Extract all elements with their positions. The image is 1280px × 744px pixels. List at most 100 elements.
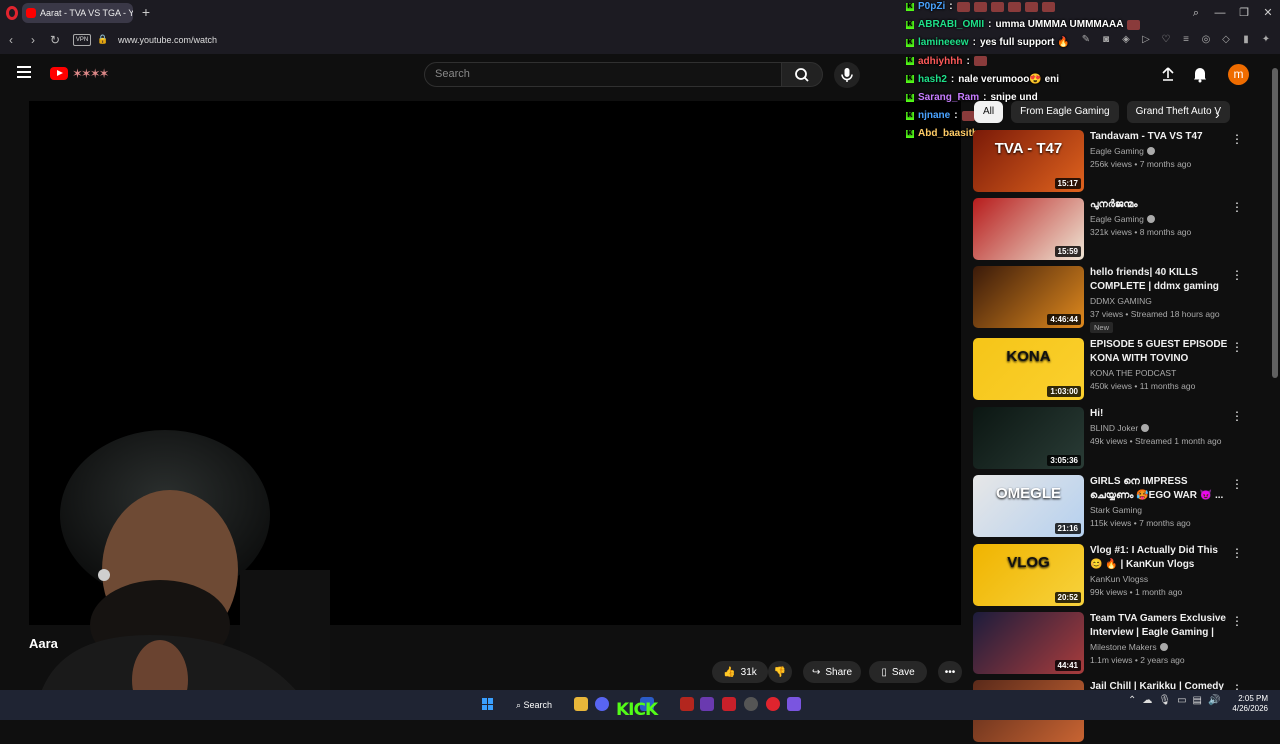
video-thumbnail[interactable]: 3:05:36: [973, 407, 1084, 469]
reload-icon[interactable]: ↻: [44, 29, 66, 51]
volume-icon[interactable]: 🔊: [1208, 695, 1220, 706]
chat-username[interactable]: Sarang_Ram: [918, 92, 979, 103]
channel-name[interactable]: Eagle Gaming: [1090, 214, 1155, 224]
file-explorer-icon[interactable]: [574, 697, 588, 711]
recommended-video[interactable]: OMEGLE 21:16 GIRLS നെ IMPRESS ചെയ്യണം 🥵EGO…: [973, 475, 1253, 539]
calculator-icon[interactable]: [787, 697, 801, 711]
more-vertical-icon[interactable]: ⋮: [1231, 268, 1243, 282]
youtube-logo-icon[interactable]: [50, 67, 68, 80]
obs-icon[interactable]: [744, 697, 758, 711]
video-title[interactable]: Team TVA Gamers Exclusive Interview | Ea…: [1090, 612, 1228, 639]
monitor-icon[interactable]: ▭: [1177, 695, 1186, 706]
editor-icon[interactable]: [700, 697, 714, 711]
close-window-icon[interactable]: ✕: [1256, 0, 1280, 26]
microphone-tray-icon[interactable]: 🎙: [1158, 695, 1171, 706]
video-title[interactable]: hello friends| 40 KILLS COMPLETE | ddmx …: [1090, 266, 1228, 293]
video-thumbnail[interactable]: KONA 1:03:00: [973, 338, 1084, 400]
windows-start-icon[interactable]: [482, 698, 494, 710]
profile-icon[interactable]: ◎: [1198, 33, 1214, 47]
chat-username[interactable]: lamineeew: [918, 37, 969, 48]
minimize-icon[interactable]: —: [1208, 0, 1232, 26]
search-button[interactable]: [781, 62, 823, 87]
video-thumbnail[interactable]: 44:41: [973, 612, 1084, 674]
recommended-video[interactable]: VLOG 20:52 Vlog #1: I Actually Did This😊 🔥…: [973, 544, 1253, 608]
sidebar-icon[interactable]: ▮: [1238, 33, 1254, 47]
video-thumbnail[interactable]: 4:46:44: [973, 266, 1084, 328]
chevron-up-icon[interactable]: ⌃: [1128, 695, 1136, 706]
recommended-video[interactable]: KONA 1:03:00 EPISODE 5 GUEST EPISODE KONA …: [973, 338, 1253, 402]
chat-username[interactable]: adhiyhhh: [918, 56, 962, 67]
taskbar-clock[interactable]: 2:05 PM 4/26/2026: [1228, 694, 1268, 714]
lock-icon[interactable]: 🔒: [97, 34, 108, 45]
channel-name[interactable]: Milestone Makers: [1090, 642, 1168, 652]
chat-username[interactable]: njnane: [918, 110, 950, 121]
discord-icon[interactable]: [595, 697, 609, 711]
url-field[interactable]: www.youtube.com/watch: [118, 35, 217, 45]
browser-tab[interactable]: Aarat - TVA VS TGA - You: [22, 3, 133, 23]
ai-icon[interactable]: ✦: [1258, 33, 1274, 47]
video-title[interactable]: പുനർജന്മം: [1090, 198, 1228, 212]
chat-username[interactable]: hash2: [918, 74, 947, 85]
page-scrollbar[interactable]: [1270, 54, 1280, 690]
opera-logo-icon[interactable]: [6, 6, 18, 20]
notifications-bell-icon[interactable]: [1192, 66, 1208, 83]
recommended-video[interactable]: 44:41 Team TVA Gamers Exclusive Interview…: [973, 612, 1253, 676]
channel-name[interactable]: Stark Gaming: [1090, 505, 1142, 515]
edit-icon[interactable]: ✎: [1078, 33, 1094, 47]
more-vertical-icon[interactable]: ⋮: [1231, 614, 1243, 628]
channel-name[interactable]: Eagle Gaming: [1090, 146, 1155, 156]
more-actions-button[interactable]: •••: [938, 661, 962, 683]
chip-filter[interactable]: All: [974, 101, 1004, 123]
network-icon[interactable]: ▤: [1193, 695, 1202, 706]
taskbar-search-button[interactable]: ⌕ Search: [510, 695, 558, 715]
acrobat-icon[interactable]: [722, 697, 736, 711]
video-title[interactable]: EPISODE 5 GUEST EPISODE KONA WITH TOVINO…: [1090, 338, 1228, 365]
chips-next-chevron-icon[interactable]: ›: [1215, 106, 1220, 122]
voice-search-button[interactable]: [834, 62, 860, 88]
mail-icon[interactable]: [680, 697, 694, 711]
search-tabs-icon[interactable]: ⌕: [1184, 0, 1208, 26]
hamburger-menu-icon[interactable]: [17, 66, 31, 78]
video-thumbnail[interactable]: OMEGLE 21:16: [973, 475, 1084, 537]
list-icon[interactable]: ≡: [1178, 33, 1194, 47]
more-vertical-icon[interactable]: ⋮: [1231, 132, 1243, 146]
search-input[interactable]: Search: [424, 62, 782, 87]
recommended-video[interactable]: 4:46:44 hello friends| 40 KILLS COMPLETE …: [973, 266, 1253, 333]
video-thumbnail[interactable]: VLOG 20:52: [973, 544, 1084, 606]
more-vertical-icon[interactable]: ⋮: [1231, 340, 1243, 354]
chip-filter[interactable]: From Eagle Gaming: [1011, 101, 1119, 123]
save-button[interactable]: ▯ Save: [869, 661, 927, 683]
more-vertical-icon[interactable]: ⋮: [1231, 546, 1243, 560]
puzzle-icon[interactable]: ◇: [1218, 33, 1234, 47]
chat-username[interactable]: ABRABI_OMII: [918, 19, 984, 30]
video-thumbnail[interactable]: 15:59: [973, 198, 1084, 260]
more-vertical-icon[interactable]: ⋮: [1231, 477, 1243, 491]
opera-taskbar-icon[interactable]: [766, 697, 780, 711]
youtube-doodle-icon[interactable]: ✶✶✶✶: [72, 66, 110, 82]
new-tab-plus-icon[interactable]: +: [139, 5, 153, 19]
heart-icon[interactable]: ♡: [1158, 33, 1174, 47]
channel-name[interactable]: KanKun Vlogss: [1090, 574, 1148, 584]
channel-name[interactable]: BLIND Joker: [1090, 423, 1150, 433]
chat-username[interactable]: P0pZi: [918, 1, 945, 12]
scrollbar-thumb[interactable]: [1272, 68, 1278, 378]
recommended-video[interactable]: 15:59 പുനർജന്മം Eagle Gaming 321k views • 8…: [973, 198, 1253, 262]
shield-icon[interactable]: ◈: [1118, 33, 1134, 47]
cloud-icon[interactable]: ☁: [1142, 695, 1152, 706]
more-vertical-icon[interactable]: ⋮: [1231, 409, 1243, 423]
video-title[interactable]: Vlog #1: I Actually Did This😊 🔥 | KanKun…: [1090, 544, 1228, 571]
back-arrow-icon[interactable]: ‹: [0, 29, 22, 51]
video-title[interactable]: Hi!: [1090, 407, 1228, 421]
like-button[interactable]: 👍 31k: [712, 661, 768, 683]
channel-name[interactable]: KONA THE PODCAST: [1090, 368, 1176, 378]
video-thumbnail[interactable]: TVA - T47 15:17: [973, 130, 1084, 192]
recommended-video[interactable]: 3:05:36 Hi! BLIND Joker 49k views • Streame…: [973, 407, 1253, 471]
account-avatar[interactable]: m: [1228, 64, 1249, 85]
recommended-video[interactable]: TVA - T47 15:17 Tandavam - TVA VS T47 Eagle…: [973, 130, 1253, 194]
video-title[interactable]: Tandavam - TVA VS T47: [1090, 130, 1228, 144]
more-vertical-icon[interactable]: ⋮: [1231, 200, 1243, 214]
forward-arrow-icon[interactable]: ›: [22, 29, 44, 51]
camera-icon[interactable]: ◙: [1098, 33, 1114, 47]
maximize-icon[interactable]: ❐: [1232, 0, 1256, 26]
video-title[interactable]: GIRLS നെ IMPRESS ചെയ്യണം 🥵EGO WAR 😈 ...: [1090, 475, 1228, 502]
